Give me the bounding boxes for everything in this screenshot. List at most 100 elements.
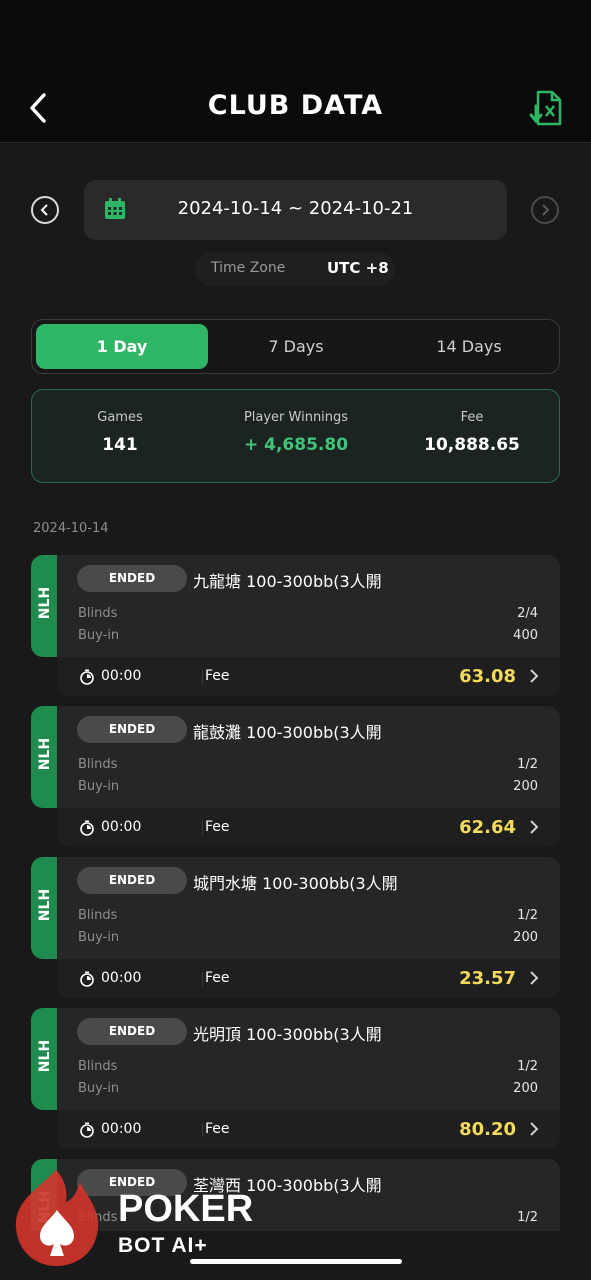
game-type-tag: NLH [31,857,59,959]
date-range-text: 2024-10-14 ~ 2024-10-21 [177,198,414,219]
chevron-right-icon [530,971,539,985]
top-bar: CLUB DATA [0,0,591,143]
logo-line-1: POKER [118,1188,253,1230]
buyin-value: 200 [513,1081,538,1096]
winnings-label: Player Winnings [243,410,349,425]
pokerbot-logo: POKER BOT AI+ [10,1160,270,1270]
game-time: 00:00 [101,668,142,684]
games-stat: Games 141 [32,410,208,455]
game-card-footer[interactable]: 00:00 Fee 80.20 [57,1110,560,1149]
buyin-label: Buy-in [78,628,120,643]
timezone-value: UTC +8 [327,259,389,277]
fee-label: Fee [205,970,230,986]
home-indicator[interactable] [190,1259,402,1264]
blinds-value: 2/4 [517,606,538,621]
blinds-value: 1/2 [517,757,538,772]
game-time: 00:00 [101,1121,142,1137]
game-type-tag: NLH [31,1008,59,1110]
tab-14-days[interactable]: 14 Days [383,324,555,369]
divider [202,821,203,835]
fee-label: Fee [460,410,484,425]
tab-7-days[interactable]: 7 Days [210,324,382,369]
divider [202,1123,203,1137]
blinds-label: Blinds [78,1059,118,1074]
fee-value: 63.08 [459,666,516,687]
blinds-label: Blinds [78,908,118,923]
timer-icon [80,820,94,836]
next-range-button[interactable] [531,196,559,224]
game-card-footer[interactable]: 00:00 Fee 23.57 [57,959,560,998]
timezone-label: Time Zone [211,260,286,276]
game-type-tag: NLH [31,555,59,657]
summary-card: Games 141 Player Winnings + 4,685.80 Fee… [31,389,560,483]
game-card[interactable]: NLH ENDED 光明頂 100-300bb(3人開 Blinds 1/2 B… [31,1008,560,1149]
game-card-footer[interactable]: 00:00 Fee 63.08 [57,657,560,696]
game-card[interactable]: NLH ENDED 城門水塘 100-300bb(3人開 Blinds 1/2 … [31,857,560,998]
chevron-right-icon [530,1122,539,1136]
divider [202,670,203,684]
buyin-label: Buy-in [78,1081,120,1096]
logo-line-2: BOT AI+ [118,1234,208,1257]
blinds-value: 1/2 [517,1059,538,1074]
games-label: Games [97,410,143,425]
chevron-right-icon [530,669,539,683]
blinds-label: Blinds [78,606,118,621]
buyin-value: 400 [513,628,538,643]
game-name: 城門水塘 100-300bb(3人開 [193,874,398,893]
game-name: 光明頂 100-300bb(3人開 [193,1025,382,1044]
game-type: NLH [37,586,53,620]
game-card-footer[interactable]: 00:00 Fee 62.64 [57,808,560,847]
status-badge: ENDED [77,716,187,743]
game-card[interactable]: NLH ENDED 九龍塘 100-300bb(3人開 Blinds 2/4 B… [31,555,560,696]
game-card-body: ENDED 光明頂 100-300bb(3人開 Blinds 1/2 Buy-i… [57,1008,560,1110]
timer-icon [80,971,94,987]
chevron-right-icon [530,820,539,834]
status-badge: ENDED [77,565,187,592]
tab-1-day[interactable]: 1 Day [36,324,208,369]
game-time: 00:00 [101,819,142,835]
period-tabs: 1 Day 7 Days 14 Days [31,319,560,374]
previous-range-button[interactable] [31,196,59,224]
fee-value: 23.57 [459,968,516,989]
game-card[interactable]: NLH ENDED 龍鼓灘 100-300bb(3人開 Blinds 1/2 B… [31,706,560,847]
buyin-label: Buy-in [78,930,120,945]
buyin-value: 200 [513,779,538,794]
game-time: 00:00 [101,970,142,986]
game-name: 龍鼓灘 100-300bb(3人開 [193,723,382,742]
blinds-value: 1/2 [517,908,538,923]
status-badge: ENDED [77,1018,187,1045]
game-type-tag: NLH [31,706,59,808]
chevron-left-icon [40,204,48,216]
buyin-value: 200 [513,930,538,945]
page-title: CLUB DATA [207,90,384,121]
fee-stat: Fee 10,888.65 [384,410,560,455]
buyin-label: Buy-in [78,779,120,794]
fee-label: Fee [205,668,230,684]
timezone-pill: Time Zone UTC +8 [195,252,395,286]
game-card-body: ENDED 城門水塘 100-300bb(3人開 Blinds 1/2 Buy-… [57,857,560,959]
flame-spade-icon: POKER BOT AI+ [15,1170,253,1266]
fee-value: 80.20 [459,1119,516,1140]
fee-label: Fee [205,819,230,835]
winnings-stat: Player Winnings + 4,685.80 [208,410,384,455]
game-type: NLH [37,1039,53,1073]
timer-icon [80,669,94,685]
game-card-body: ENDED 龍鼓灘 100-300bb(3人開 Blinds 1/2 Buy-i… [57,706,560,808]
chevron-right-icon [542,204,550,216]
game-card-body: ENDED 九龍塘 100-300bb(3人開 Blinds 2/4 Buy-i… [57,555,560,657]
blinds-label: Blinds [78,757,118,772]
winnings-value: + 4,685.80 [243,435,349,455]
divider [202,972,203,986]
fee-value: 62.64 [459,817,516,838]
status-badge: ENDED [77,867,187,894]
timer-icon [80,1122,94,1138]
date-range-bar: 2024-10-14 ~ 2024-10-21 [0,180,591,240]
fee-value: 10,888.65 [424,435,520,455]
blinds-value: 1/2 [517,1210,538,1225]
game-name: 九龍塘 100-300bb(3人開 [193,572,382,591]
games-value: 141 [102,435,138,455]
game-type: NLH [37,888,53,922]
section-date: 2024-10-14 [33,521,109,536]
date-range-picker[interactable]: 2024-10-14 ~ 2024-10-21 [84,180,507,240]
excel-export-icon[interactable] [528,88,568,128]
